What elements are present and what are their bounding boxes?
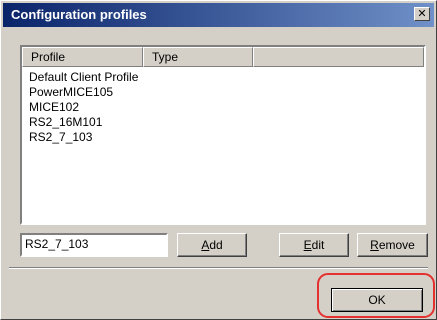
title-bar[interactable]: Configuration profiles ✕ [3, 3, 434, 27]
remove-button-label: emove [378, 238, 415, 252]
list-item[interactable]: RS2_16M101 [29, 115, 138, 130]
list-item[interactable]: PowerMICE105 [29, 85, 138, 100]
profiles-list[interactable]: Profile Type Default Client Profile Powe… [20, 45, 426, 225]
list-item[interactable]: Default Client Profile [29, 70, 138, 85]
close-button[interactable]: ✕ [414, 7, 430, 21]
add-button-label: dd [209, 238, 223, 252]
edit-button-label: dit [311, 238, 325, 252]
column-header-type[interactable]: Type [143, 47, 253, 67]
add-button[interactable]: Add [177, 233, 247, 257]
separator [9, 267, 428, 269]
list-item[interactable]: RS2_7_103 [29, 130, 138, 145]
list-rows: Default Client Profile PowerMICE105 MICE… [29, 70, 138, 145]
edit-button-accel: E [303, 238, 312, 252]
configuration-profiles-dialog: Configuration profiles ✕ Profile Type De… [0, 0, 437, 320]
dialog-title: Configuration profiles [11, 7, 147, 22]
column-header-profile[interactable]: Profile [22, 47, 143, 67]
profile-name-input[interactable]: RS2_7_103 [20, 233, 168, 257]
remove-button[interactable]: Remove [357, 233, 428, 257]
column-header-empty [253, 47, 424, 67]
ok-button[interactable]: OK [331, 288, 423, 312]
list-item[interactable]: MICE102 [29, 100, 138, 115]
close-icon: ✕ [417, 7, 427, 20]
list-header: Profile Type [22, 47, 424, 67]
remove-button-accel: R [370, 238, 379, 252]
edit-button[interactable]: Edit [279, 233, 349, 257]
